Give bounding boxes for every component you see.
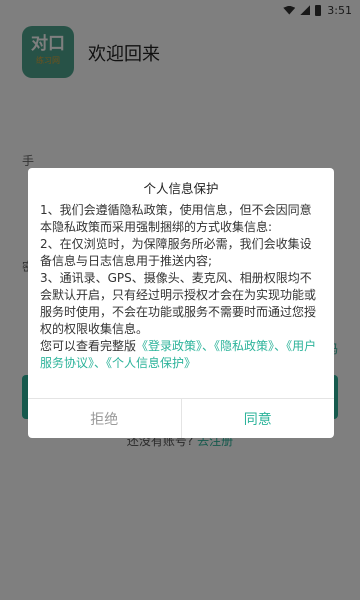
privacy-policy-link[interactable]: 《隐私政策》 [214,339,274,353]
link-separator: 、 [94,356,107,370]
reject-button[interactable]: 拒绝 [28,399,182,438]
agree-button[interactable]: 同意 [182,399,335,438]
privacy-dialog: 个人信息保护 1、我们会遵循隐私政策，使用信息，但不会因同意本隐私政策而采用强制… [28,168,334,438]
dialog-paragraph-2: 2、在仅浏览时，为保障服务所必需，我们会收集设备信息与日志信息用于推送内容; [40,237,312,268]
login-policy-link[interactable]: 《登录政策》 [136,339,202,353]
link-separator: 、 [274,339,287,353]
dialog-paragraph-1: 1、我们会遵循隐私政策，使用信息，但不会因同意本隐私政策而采用强制捆绑的方式收集… [40,203,312,234]
dialog-title: 个人信息保护 [143,181,219,196]
dialog-body: 1、我们会遵循隐私政策，使用信息，但不会因同意本隐私政策而采用强制捆绑的方式收集… [28,196,334,372]
links-intro: 您可以查看完整版 [40,339,137,353]
link-separator: 、 [202,339,215,353]
dialog-links-line: 您可以查看完整版《登录政策》、《隐私政策》、《用户服务协议》、《个人信息保护》 [40,338,322,372]
personal-info-link[interactable]: 《个人信息保护》 [106,356,196,370]
dialog-actions: 拒绝 同意 [28,398,334,438]
dialog-paragraph-3: 3、通讯录、GPS、摄像头、麦克风、相册权限均不会默认开启，只有经过明示授权才会… [40,271,317,336]
